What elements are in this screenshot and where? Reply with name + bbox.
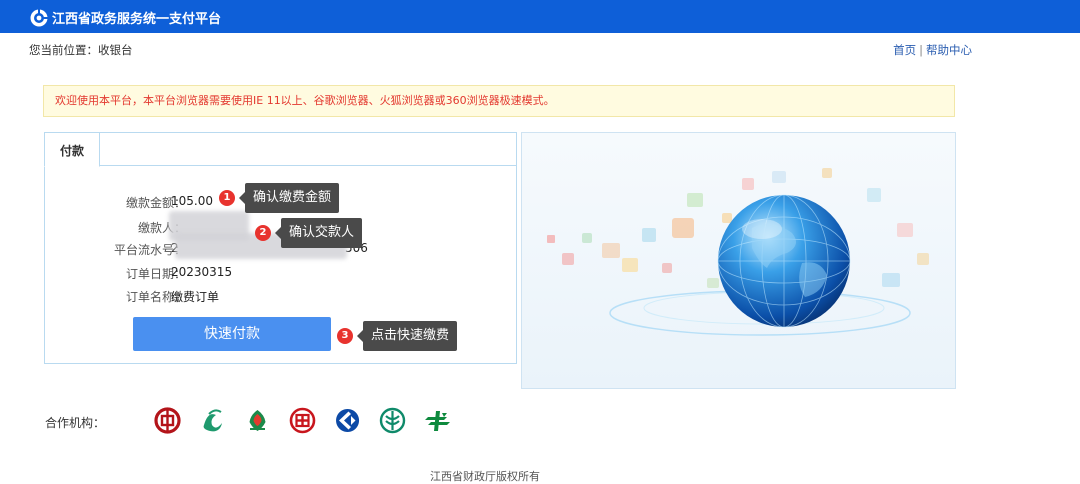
date-label: 订单日期： bbox=[125, 267, 186, 281]
payer-label: 缴款人： bbox=[137, 221, 186, 235]
tab-bar: 付款 bbox=[44, 132, 516, 167]
serial-label: 平台流水号： bbox=[113, 243, 186, 257]
breadcrumb: 您当前位置：收银台 bbox=[29, 43, 133, 57]
step-1-badge: 1 bbox=[219, 190, 235, 206]
platform-logo-icon bbox=[30, 8, 48, 26]
step-3-badge: 3 bbox=[337, 328, 353, 344]
icbc-icon[interactable] bbox=[287, 405, 318, 436]
tip-confirm-amount: 确认缴费金额 bbox=[238, 183, 340, 213]
help-center-link[interactable]: 帮助中心 bbox=[926, 43, 972, 57]
order-name-value: 缴费订单 bbox=[171, 290, 220, 304]
amount-label: 缴款金额： bbox=[125, 196, 186, 210]
browser-notice: 欢迎使用本平台，本平台浏览器需要使用IE 11以上、谷歌浏览器、火狐浏览器或36… bbox=[43, 85, 955, 117]
tip-confirm-payer: 确认交款人 bbox=[274, 218, 363, 248]
tip-click-pay: 点击快速缴费 bbox=[356, 321, 458, 351]
postal-savings-icon[interactable] bbox=[422, 405, 453, 436]
brand[interactable]: 江西省政务服务统一支付平台 bbox=[30, 8, 221, 27]
partners-label: 合作机构： bbox=[45, 416, 106, 430]
agricultural-bank-icon[interactable] bbox=[242, 405, 273, 436]
tab-payment[interactable]: 付款 bbox=[44, 132, 100, 167]
banner-image bbox=[521, 132, 956, 389]
quick-pay-button[interactable]: 快速付款 bbox=[133, 317, 331, 351]
top-links: 首页 | 帮助中心 bbox=[893, 42, 972, 58]
rural-credit-icon[interactable] bbox=[197, 405, 228, 436]
globe-illustration bbox=[547, 168, 929, 336]
platform-title: 江西省政务服务统一支付平台 bbox=[52, 12, 222, 27]
construction-bank-icon[interactable] bbox=[332, 405, 363, 436]
date-value: 20230315 bbox=[171, 265, 233, 279]
footer-copyright: 江西省财政厅版权所有 bbox=[430, 470, 540, 483]
top-bar: 江西省政务服务统一支付平台 bbox=[0, 0, 1080, 33]
home-link[interactable]: 首页 bbox=[893, 43, 916, 57]
link-separator: | bbox=[919, 43, 923, 57]
abc-icon[interactable] bbox=[377, 405, 408, 436]
partner-logos bbox=[152, 405, 453, 436]
amount-value: 105.00 bbox=[171, 194, 213, 208]
order-name-label: 订单名称： bbox=[125, 290, 186, 304]
step-2-badge: 2 bbox=[255, 225, 271, 241]
bank-of-china-icon[interactable] bbox=[152, 405, 183, 436]
